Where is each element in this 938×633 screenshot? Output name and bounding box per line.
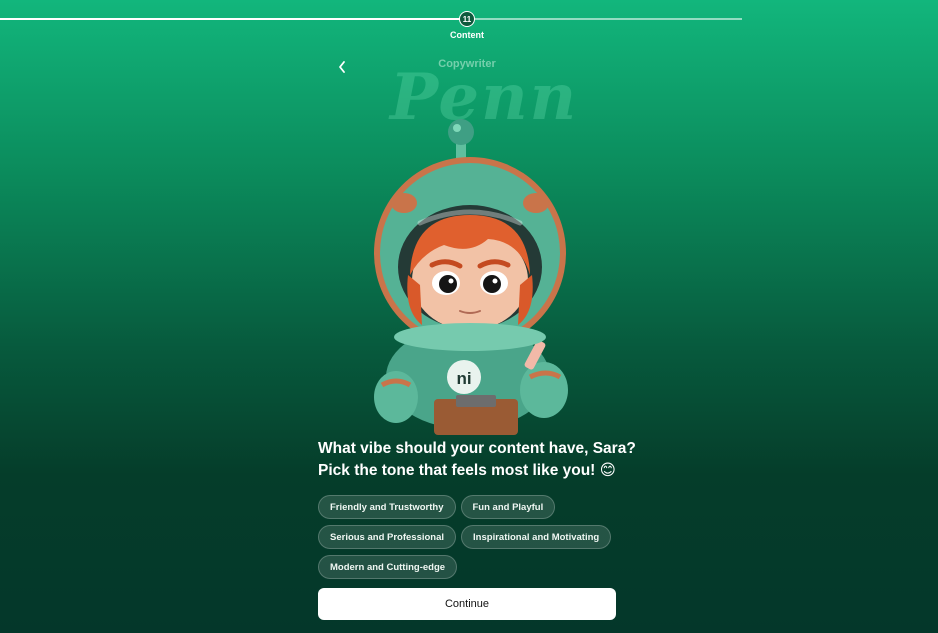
option-modern-cutting-edge[interactable]: Modern and Cutting-edge (318, 555, 458, 579)
option-fun-playful[interactable]: Fun and Playful (460, 495, 556, 519)
smile-emoji: 😊 (599, 462, 616, 479)
step-label: Content (450, 30, 484, 40)
step-number: 11 (462, 14, 472, 24)
option-friendly-trustworthy[interactable]: Friendly and Trustworthy (318, 495, 456, 519)
option-inspirational-motivating[interactable]: Inspirational and Motivating (461, 525, 612, 549)
question-line-1: What vibe should your content have, Sara… (318, 440, 636, 457)
progress-fill (0, 18, 468, 20)
chevron-left-icon (339, 61, 345, 73)
step-indicator: 11 (459, 11, 475, 27)
continue-button[interactable]: Continue (318, 588, 616, 620)
question-line-2: Pick the tone that feels most like you! (318, 462, 596, 479)
svg-text:ni: ni (456, 369, 471, 388)
option-serious-professional[interactable]: Serious and Professional (318, 525, 457, 549)
question-heading: What vibe should your content have, Sara… (318, 438, 638, 482)
tone-options: Friendly and Trustworthy Fun and Playful… (318, 495, 618, 579)
back-button[interactable] (333, 58, 351, 76)
astronaut-avatar: ni (374, 119, 568, 435)
